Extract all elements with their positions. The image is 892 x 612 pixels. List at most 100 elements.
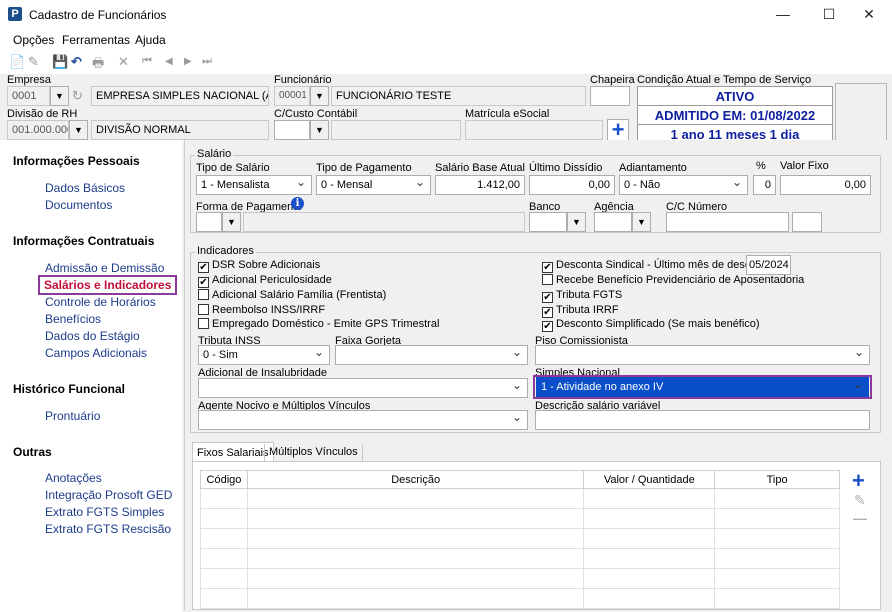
- agente-nocivo-select[interactable]: [198, 410, 528, 430]
- checkbox-icon[interactable]: ✔: [542, 321, 553, 332]
- menu-opcoes[interactable]: Opções: [13, 33, 54, 47]
- nav-item-prosoft[interactable]: Integração Prosoft GED: [45, 488, 172, 502]
- table-row[interactable]: [200, 488, 840, 509]
- funcionario-code-field[interactable]: 00001: [274, 86, 310, 106]
- minimize-button[interactable]: —: [760, 0, 806, 30]
- checkbox-icon[interactable]: [198, 318, 209, 329]
- nav-item-anotacoes[interactable]: Anotações: [45, 471, 102, 485]
- col-valor[interactable]: Valor / Quantidade: [583, 470, 716, 489]
- nav-item-fgts-simples[interactable]: Extrato FGTS Simples: [45, 505, 164, 519]
- checkbox-icon[interactable]: ✔: [542, 307, 553, 318]
- delete-icon[interactable]: ✕: [118, 54, 129, 70]
- col-descricao[interactable]: Descrição: [246, 470, 585, 489]
- matricula-field[interactable]: [465, 120, 603, 140]
- table-row[interactable]: [200, 548, 840, 569]
- nav-item-prontuario[interactable]: Prontuário: [45, 409, 100, 423]
- fixos-salariais-grid[interactable]: Código Descrição Valor / Quantidade Tipo: [200, 470, 840, 609]
- tipo-pagamento-select[interactable]: 0 - Mensal: [316, 175, 431, 195]
- custo-code-field[interactable]: [274, 120, 310, 140]
- prev-record-icon[interactable]: ◀: [165, 56, 173, 67]
- table-row[interactable]: [200, 508, 840, 529]
- insalubridade-select[interactable]: [198, 378, 528, 398]
- chk-salario-familia[interactable]: Adicional Salário Família (Frentista): [198, 289, 386, 301]
- checkbox-icon[interactable]: [198, 304, 209, 315]
- nav-item-estagio[interactable]: Dados do Estágio: [45, 329, 140, 343]
- chk-domestico[interactable]: Empregado Doméstico - Emite GPS Trimestr…: [198, 318, 439, 330]
- checkbox-icon[interactable]: ✔: [198, 277, 209, 288]
- chk-sindical[interactable]: ✔ Desconta Sindical - Último mês de desco…: [542, 259, 772, 273]
- percent-field[interactable]: 0: [753, 175, 776, 195]
- save-icon[interactable]: 💾: [52, 54, 68, 70]
- col-tipo[interactable]: Tipo: [714, 470, 840, 489]
- chapeira-field[interactable]: [590, 86, 630, 106]
- agencia-field[interactable]: [594, 212, 632, 232]
- nav-item-dados-basicos[interactable]: Dados Básicos: [45, 181, 125, 195]
- cc-field[interactable]: [666, 212, 789, 232]
- nav-item-beneficios[interactable]: Benefícios: [45, 312, 101, 326]
- sindical-mes-field[interactable]: 05/2024: [746, 255, 791, 275]
- salario-base-field[interactable]: 1.412,00: [435, 175, 525, 195]
- add-matricula-icon[interactable]: +: [607, 119, 629, 141]
- forma-pagamento-code[interactable]: [196, 212, 222, 232]
- table-row[interactable]: [200, 588, 840, 609]
- chk-periculosidade[interactable]: ✔ Adicional Periculosidade: [198, 274, 332, 288]
- chk-desconto-simplificado[interactable]: ✔ Desconto Simplificado (Se mais benéfico…: [542, 318, 760, 332]
- refresh-icon[interactable]: ↻: [72, 88, 83, 104]
- nav-item-campos[interactable]: Campos Adicionais: [45, 346, 147, 360]
- forma-pagamento-dropdown-icon[interactable]: ▼: [222, 212, 241, 232]
- print-icon[interactable]: 🖶: [92, 54, 104, 76]
- checkbox-icon[interactable]: ✔: [542, 262, 553, 273]
- menu-ferramentas[interactable]: Ferramentas: [62, 33, 130, 47]
- nav-item-documentos[interactable]: Documentos: [45, 198, 112, 212]
- chk-aposentadoria[interactable]: Recebe Benefício Previdenciário de Apose…: [542, 274, 804, 286]
- chk-reembolso[interactable]: Reembolso INSS/IRRF: [198, 304, 325, 316]
- banco-dropdown-icon[interactable]: ▼: [567, 212, 586, 232]
- divisao-dropdown-icon[interactable]: ▼: [69, 120, 88, 140]
- nav-item-fgts-rescisao[interactable]: Extrato FGTS Rescisão: [45, 522, 171, 536]
- chk-dsr[interactable]: ✔ DSR Sobre Adicionais: [198, 259, 320, 273]
- nav-item-admissao[interactable]: Admissão e Demissão: [45, 261, 164, 275]
- piso-select[interactable]: [535, 345, 870, 365]
- cc-digit-field[interactable]: [792, 212, 822, 232]
- ultimo-dissidio-field[interactable]: 0,00: [529, 175, 615, 195]
- close-button[interactable]: ✕: [846, 0, 892, 30]
- empresa-code-field[interactable]: 0001: [7, 86, 50, 106]
- checkbox-icon[interactable]: ✔: [542, 292, 553, 303]
- checkbox-icon[interactable]: [198, 289, 209, 300]
- valor-fixo-field[interactable]: 0,00: [780, 175, 871, 195]
- edit-row-icon[interactable]: ✎: [854, 492, 866, 509]
- add-row-icon[interactable]: +: [852, 468, 865, 494]
- remove-row-icon[interactable]: —: [853, 510, 867, 526]
- table-row[interactable]: [200, 528, 840, 549]
- nav-item-horarios[interactable]: Controle de Horários: [45, 295, 156, 309]
- edit-icon[interactable]: ✎: [28, 54, 39, 70]
- chk-tributa-irrf[interactable]: ✔ Tributa IRRF: [542, 304, 619, 318]
- tributa-inss-select[interactable]: 0 - Sim: [198, 345, 330, 365]
- col-codigo[interactable]: Código: [200, 470, 248, 489]
- tab-fixos-salariais[interactable]: Fixos Salariais: [192, 442, 274, 462]
- tab-multiplos-vinculos[interactable]: Múltiplos Vínculos: [264, 444, 363, 462]
- banco-field[interactable]: [529, 212, 567, 232]
- undo-icon[interactable]: ↶: [71, 54, 82, 70]
- agencia-dropdown-icon[interactable]: ▼: [632, 212, 651, 232]
- chk-tributa-fgts[interactable]: ✔ Tributa FGTS: [542, 289, 622, 303]
- empresa-dropdown-icon[interactable]: ▼: [50, 86, 69, 106]
- new-icon[interactable]: 📄: [9, 54, 25, 70]
- simples-select[interactable]: 1 - Atividade no anexo IV: [536, 377, 869, 397]
- adiantamento-select[interactable]: 0 - Não: [619, 175, 748, 195]
- table-row[interactable]: [200, 568, 840, 589]
- funcionario-dropdown-icon[interactable]: ▼: [310, 86, 329, 106]
- info-icon[interactable]: i: [291, 197, 304, 210]
- custo-dropdown-icon[interactable]: ▼: [310, 120, 329, 140]
- menu-ajuda[interactable]: Ajuda: [135, 33, 166, 47]
- last-record-icon[interactable]: ⏭: [202, 55, 212, 68]
- divisao-code-field[interactable]: 001.000.000: [7, 120, 69, 140]
- next-record-icon[interactable]: ▶: [184, 56, 192, 67]
- nav-item-salarios[interactable]: Salários e Indicadores: [38, 275, 178, 295]
- faixa-gorjeta-select[interactable]: [335, 345, 528, 365]
- checkbox-icon[interactable]: [542, 274, 553, 285]
- tipo-salario-select[interactable]: 1 - Mensalista: [196, 175, 312, 195]
- first-record-icon[interactable]: ⏮: [142, 55, 152, 68]
- checkbox-icon[interactable]: ✔: [198, 262, 209, 273]
- photo-box[interactable]: [835, 83, 887, 144]
